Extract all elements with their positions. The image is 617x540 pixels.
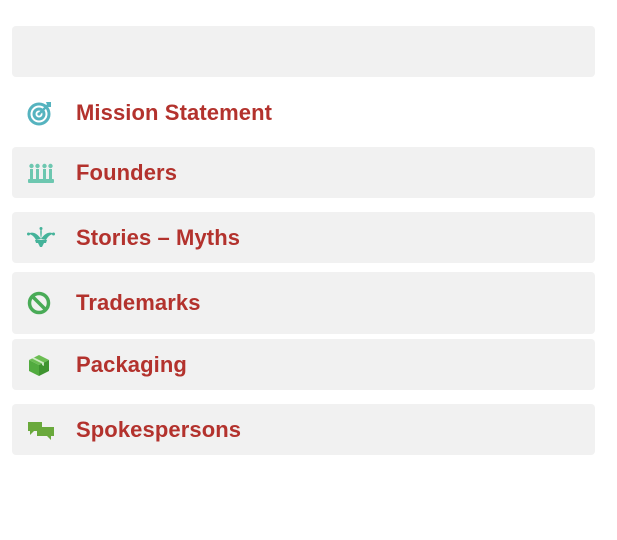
menu-item-label: Packaging [76,351,187,377]
menu-item-label: Mission Statement [76,99,273,125]
founders-icon [27,161,55,185]
menu-item-stories-myths[interactable]: Stories – Myths [12,212,595,263]
menu-item-mission-statement[interactable]: Mission Statement [12,87,595,138]
menu-item-label: Spokespersons [76,416,242,442]
prohibited-icon [27,291,55,315]
jester-hat-icon [27,226,55,250]
target-icon [27,101,55,125]
menu-item-label: Founders [76,159,178,185]
menu-item-trademarks[interactable]: Trademarks [12,272,595,334]
speech-bubbles-icon [27,418,55,442]
menu-item-packaging[interactable]: Packaging [12,339,595,390]
search-bar[interactable] [12,26,595,77]
menu-item-label: Stories – Myths [76,224,241,250]
menu-item-founders[interactable]: Founders [12,147,595,198]
topic-menu: Mission Statement Founders Stories – Myt… [12,26,595,469]
package-box-icon [27,353,55,377]
menu-item-spokespersons[interactable]: Spokespersons [12,404,595,455]
menu-item-label: Trademarks [76,290,201,315]
